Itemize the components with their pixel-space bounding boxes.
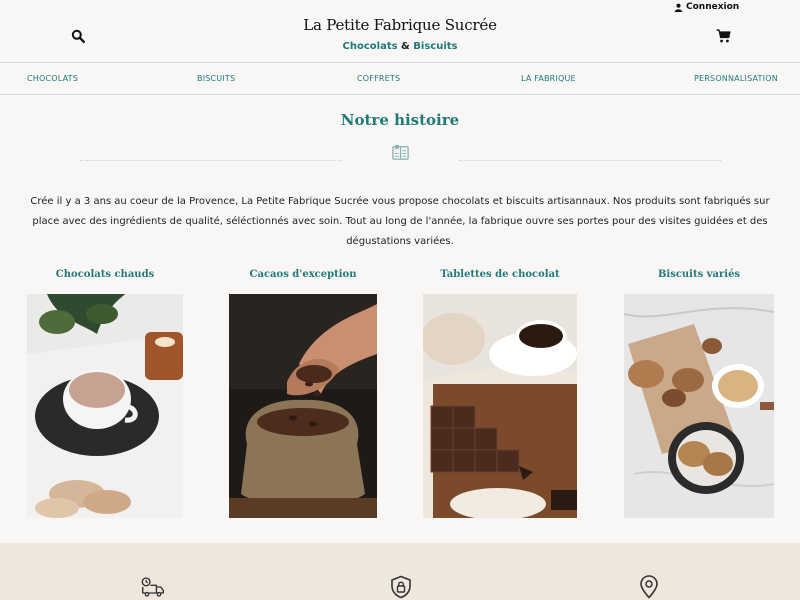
user-icon: [674, 3, 683, 12]
login-label: Connexion: [686, 2, 740, 12]
product-title-biscuits-varies[interactable]: Biscuits variés: [624, 269, 774, 280]
delivery-truck-icon: [141, 577, 164, 597]
product-image-cacaos-exception[interactable]: [229, 294, 377, 518]
product-title-tablettes-chocolat[interactable]: Tablettes de chocolat: [423, 269, 577, 280]
divider-left: [80, 160, 342, 161]
main-nav: CHOCOLATS BISCUITS COFFRETS LA FABRIQUE …: [0, 64, 800, 95]
tagline-ampersand: &: [401, 41, 410, 52]
product-image-chocolats-chauds[interactable]: [27, 294, 183, 518]
nav-item-coffrets[interactable]: COFFRETS: [357, 74, 400, 83]
product-image-biscuits-varies[interactable]: [624, 294, 774, 518]
divider-right: [459, 160, 721, 161]
product-title-chocolats-chauds[interactable]: Chocolats chauds: [27, 269, 183, 280]
tagline-chocolats: Chocolats: [342, 41, 398, 52]
brand-title[interactable]: La Petite Fabrique Sucrée: [0, 16, 800, 34]
nav-item-personnalisation[interactable]: PERSONNALISATION: [694, 74, 778, 83]
cart-icon[interactable]: [716, 29, 731, 43]
story-title: Notre histoire: [340, 111, 460, 129]
product-image-tablettes-chocolat[interactable]: [423, 294, 577, 518]
story-text: Crée il y a 3 ans au coeur de la Provenc…: [30, 196, 770, 247]
login-link[interactable]: Connexion: [674, 2, 739, 12]
secure-payment-shield-icon: [391, 575, 411, 599]
location-pin-icon: [640, 575, 658, 599]
nav-item-chocolats[interactable]: CHOCOLATS: [27, 74, 78, 83]
site-header: Connexion La Petite Fabrique Sucrée Choc…: [0, 0, 800, 63]
tagline-biscuits: Biscuits: [413, 41, 458, 52]
book-icon: [392, 144, 409, 160]
product-title-cacaos-exception[interactable]: Cacaos d'exception: [229, 269, 377, 280]
nav-item-la-fabrique[interactable]: LA FABRIQUE: [521, 74, 576, 83]
brand-tagline: Chocolats & Biscuits: [0, 41, 800, 52]
nav-item-biscuits[interactable]: BISCUITS: [197, 74, 235, 83]
